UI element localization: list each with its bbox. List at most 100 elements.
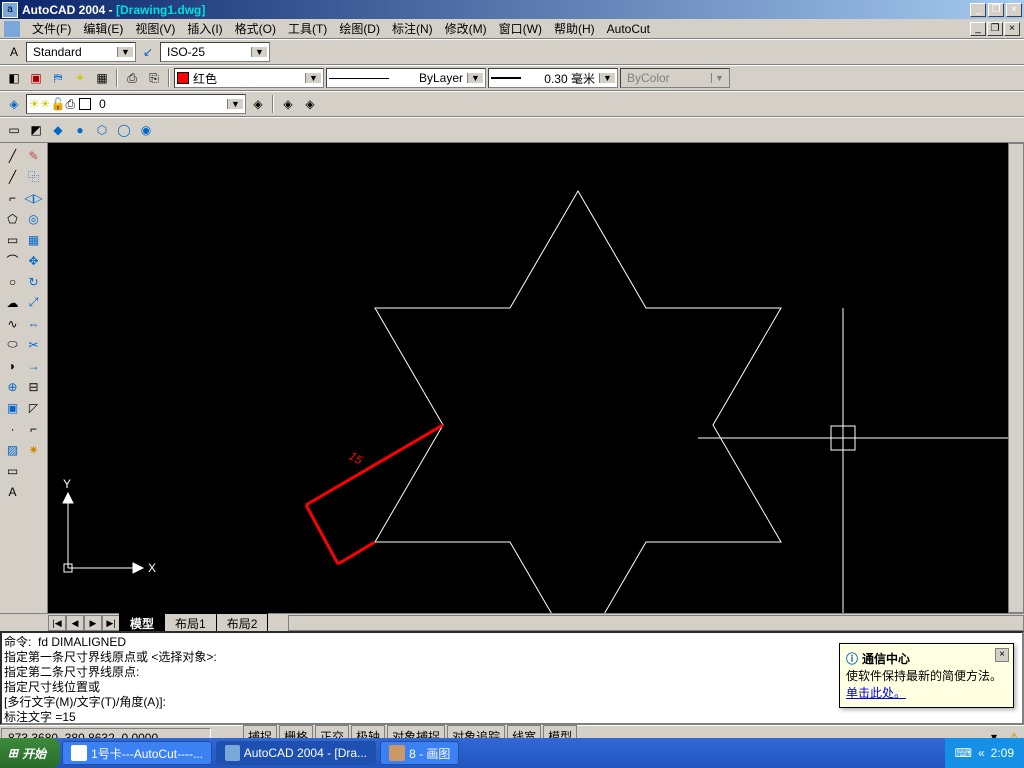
rotate-icon[interactable]: ↻ <box>23 271 44 292</box>
textstyle-icon[interactable]: A <box>4 42 24 62</box>
layer-tool-icon[interactable]: ◈ <box>278 94 298 114</box>
menu-view[interactable]: 视图(V) <box>129 18 181 39</box>
ellipsearc-icon[interactable]: ◗ <box>2 355 23 376</box>
mtext-icon[interactable]: A <box>2 481 23 502</box>
linetype-combo[interactable]: ByLayer ▼ <box>326 68 486 88</box>
restore-button[interactable]: ❐ <box>988 3 1004 17</box>
tab-prev-button[interactable]: ◀ <box>66 615 84 631</box>
tray-icon[interactable]: ⌨ <box>955 746 972 760</box>
dropdown-icon[interactable]: ▼ <box>467 73 483 83</box>
mirror-icon[interactable]: ◁▷ <box>23 187 44 208</box>
solid-icon[interactable]: ◉ <box>136 120 156 140</box>
revcloud-icon[interactable]: ☁ <box>2 292 23 313</box>
menu-insert[interactable]: 插入(I) <box>181 18 228 39</box>
layout-tab-1[interactable]: 布局1 <box>164 613 217 633</box>
erase-icon[interactable]: ✎ <box>23 145 44 166</box>
dropdown-icon[interactable]: ▼ <box>251 47 267 57</box>
menu-autocut[interactable]: AutoCut <box>601 20 656 38</box>
tool-icon[interactable]: ⎘ <box>144 68 164 88</box>
torus-icon[interactable]: ◯ <box>114 120 134 140</box>
layer-combo[interactable]: ☀☀🔓⎙ 0 ▼ <box>26 94 246 114</box>
dropdown-icon[interactable]: ▼ <box>599 73 615 83</box>
sphere-icon[interactable]: ● <box>70 120 90 140</box>
tool-icon[interactable]: ▦ <box>92 68 112 88</box>
copy-icon[interactable]: ⿻ <box>23 166 44 187</box>
tool-icon[interactable]: ⛿ <box>48 68 68 88</box>
xline-icon[interactable]: ╱ <box>2 166 23 187</box>
box-icon[interactable]: ▭ <box>4 120 24 140</box>
scale-icon[interactable]: ⤢ <box>23 292 44 313</box>
tray-expand-icon[interactable]: « <box>978 746 985 760</box>
trim-icon[interactable]: ✂ <box>23 334 44 355</box>
menu-window[interactable]: 窗口(W) <box>493 18 548 39</box>
chamfer-icon[interactable]: ◸ <box>23 397 44 418</box>
menu-help[interactable]: 帮助(H) <box>548 18 601 39</box>
dropdown-icon[interactable]: ▼ <box>117 47 133 57</box>
color-combo[interactable]: 红色 ▼ <box>174 68 324 88</box>
balloon-link[interactable]: 单击此处。 <box>846 686 906 700</box>
minimize-button[interactable]: _ <box>970 3 986 17</box>
layer-tool-icon[interactable]: ◈ <box>248 94 268 114</box>
menu-modify[interactable]: 修改(M) <box>439 18 493 39</box>
mdi-minimize-button[interactable]: _ <box>970 22 986 36</box>
system-tray[interactable]: ⌨ « 2:09 <box>945 738 1024 768</box>
region-icon[interactable]: ▭ <box>2 460 23 481</box>
textstyle-combo[interactable]: Standard▼ <box>26 42 136 62</box>
close-button[interactable]: × <box>1006 3 1022 17</box>
line-icon[interactable]: ╱ <box>2 145 23 166</box>
hatch-icon[interactable]: ▨ <box>2 439 23 460</box>
menu-draw[interactable]: 绘图(D) <box>333 18 386 39</box>
circle-icon[interactable]: ○ <box>2 271 23 292</box>
taskbar-item[interactable]: 1号卡---AutoCut----... <box>62 741 212 765</box>
array-icon[interactable]: ▦ <box>23 229 44 250</box>
balloon-close-button[interactable]: × <box>995 648 1009 662</box>
mdi-restore-button[interactable]: ❐ <box>987 22 1003 36</box>
mdi-icon[interactable] <box>4 21 20 37</box>
menu-tools[interactable]: 工具(T) <box>282 18 333 39</box>
mdi-close-button[interactable]: × <box>1004 22 1020 36</box>
dropdown-icon[interactable]: ▼ <box>305 73 321 83</box>
start-button[interactable]: ⊞ 开始 <box>0 738 60 768</box>
taskbar-item[interactable]: AutoCAD 2004 - [Dra... <box>216 741 376 765</box>
extend-icon[interactable]: → <box>23 355 44 376</box>
tool-icon[interactable]: ◧ <box>4 68 24 88</box>
cone-icon[interactable]: ◆ <box>48 120 68 140</box>
point-icon[interactable]: · <box>2 418 23 439</box>
dropdown-icon[interactable]: ▼ <box>227 99 243 109</box>
drawing-canvas[interactable]: 15 X Y <box>48 143 1008 613</box>
layout-tab-2[interactable]: 布局2 <box>216 613 269 633</box>
arc-icon[interactable]: ⌒ <box>2 250 23 271</box>
taskbar-item[interactable]: 8 - 画图 <box>380 741 459 765</box>
tab-first-button[interactable]: |◀ <box>48 615 66 631</box>
fillet-icon[interactable]: ⌐ <box>23 418 44 439</box>
polygon-icon[interactable]: ⬠ <box>2 208 23 229</box>
layer-tool-icon[interactable]: ◈ <box>300 94 320 114</box>
lineweight-combo[interactable]: 0.30 毫米 ▼ <box>488 68 618 88</box>
dimstyle-combo[interactable]: ISO-25▼ <box>160 42 270 62</box>
cylinder-icon[interactable]: ⬡ <box>92 120 112 140</box>
vertical-scrollbar[interactable] <box>1008 143 1024 613</box>
explode-icon[interactable]: ✷ <box>23 439 44 460</box>
tab-next-button[interactable]: ▶ <box>84 615 102 631</box>
menu-dimension[interactable]: 标注(N) <box>386 18 439 39</box>
menu-file[interactable]: 文件(F) <box>26 18 77 39</box>
offset-icon[interactable]: ◎ <box>23 208 44 229</box>
tool-icon[interactable]: ⎙ <box>122 68 142 88</box>
stretch-icon[interactable]: ⇔ <box>23 313 44 334</box>
tool-icon[interactable]: ✦ <box>70 68 90 88</box>
menu-edit[interactable]: 编辑(E) <box>77 18 129 39</box>
rectangle-icon[interactable]: ▭ <box>2 229 23 250</box>
menu-format[interactable]: 格式(O) <box>229 18 282 39</box>
ellipse-icon[interactable]: ⬭ <box>2 334 23 355</box>
wedge-icon[interactable]: ◩ <box>26 120 46 140</box>
pline-icon[interactable]: ⌐ <box>2 187 23 208</box>
layout-tab-model[interactable]: 模型 <box>119 613 165 633</box>
tool-icon[interactable]: ▣ <box>26 68 46 88</box>
insert-icon[interactable]: ⊕ <box>2 376 23 397</box>
spline-icon[interactable]: ∿ <box>2 313 23 334</box>
horizontal-scrollbar[interactable] <box>288 615 1024 631</box>
move-icon[interactable]: ✥ <box>23 250 44 271</box>
tab-last-button[interactable]: ▶| <box>102 615 120 631</box>
dimstyle-icon[interactable]: ↙ <box>138 42 158 62</box>
break-icon[interactable]: ⊟ <box>23 376 44 397</box>
